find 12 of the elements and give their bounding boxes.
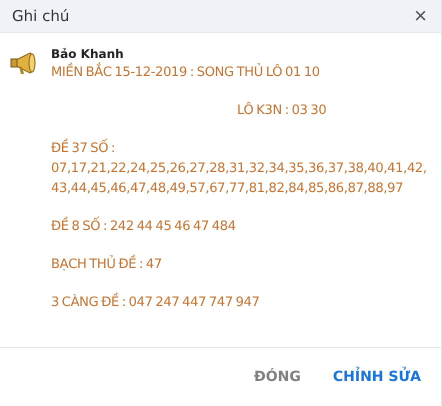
note-text: 3 CÀNG ĐỀ : 047 247 447 747 947 xyxy=(51,293,433,313)
close-dialog-button[interactable]: ĐÓNG xyxy=(246,363,309,391)
author-name: Bảo Khanh xyxy=(51,47,125,61)
note-text: LÔ K3N : 03 30 xyxy=(236,101,328,120)
note-text: ĐỀ 8 SỐ : 242 44 45 46 47 484 xyxy=(51,217,433,237)
megaphone-icon xyxy=(10,51,38,77)
dialog-title: Ghi chú xyxy=(12,7,70,25)
note-text: ĐỀ 37 SỐ : 07,17,21,22,24,25,26,27,28,31,32,34,35,36,37,38,40,41,42, 43,44,45,46,47,48,49,57,67,77,81,82,84,85,86,87,88,97 xyxy=(51,139,433,199)
edit-button[interactable]: CHỈNH SỬA xyxy=(324,363,429,391)
note-text: BẠCH THỦ ĐỀ : 47 xyxy=(51,255,433,275)
note-text: MIỀN BẮC 15-12-2019 : SONG THỦ LÔ 01 10 xyxy=(51,63,433,83)
close-button[interactable]: × xyxy=(410,5,431,27)
